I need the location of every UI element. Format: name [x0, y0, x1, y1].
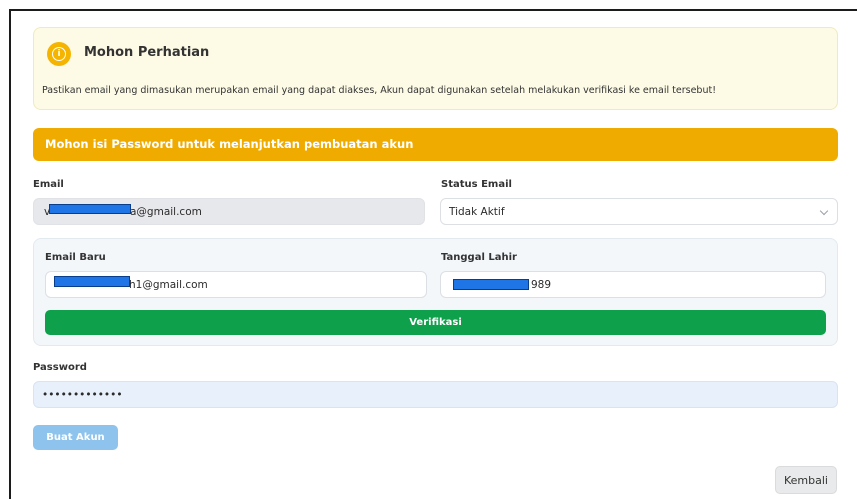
verify-button[interactable]: Verifikasi — [45, 310, 826, 335]
email-label: Email — [33, 179, 64, 190]
password-warning-bar: Mohon isi Password untuk melanjutkan pem… — [33, 128, 838, 161]
email-field: v a@gmail.com — [33, 198, 425, 225]
password-label: Password — [33, 362, 87, 373]
notice-text: Pastikan email yang dimasukan merupakan … — [42, 85, 717, 96]
birth-date-label: Tanggal Lahir — [441, 252, 517, 263]
notice-title: Mohon Perhatian — [84, 45, 210, 60]
birth-date-input[interactable]: 989 — [440, 271, 826, 298]
password-value: ••••••••••••• — [42, 388, 123, 401]
info-icon: i — [47, 42, 71, 66]
create-account-button[interactable]: Buat Akun — [33, 425, 118, 450]
new-email-label: Email Baru — [45, 252, 106, 263]
new-email-input[interactable]: h1@gmail.com — [45, 271, 427, 298]
notice-box: i Mohon Perhatian Pastikan email yang di… — [33, 27, 838, 110]
back-button[interactable]: Kembali — [775, 466, 837, 494]
new-email-value-suffix: h1@gmail.com — [129, 279, 208, 291]
email-value-suffix: a@gmail.com — [130, 206, 202, 218]
redaction-block — [49, 204, 131, 214]
redaction-block — [54, 276, 130, 287]
redaction-block — [453, 279, 529, 290]
status-email-label: Status Email — [441, 179, 512, 190]
status-email-value: Tidak Aktif — [449, 205, 505, 218]
birth-date-value-suffix: 989 — [531, 279, 552, 291]
chevron-down-icon — [819, 206, 829, 216]
status-email-select[interactable]: Tidak Aktif — [440, 198, 838, 225]
password-warning-text: Mohon isi Password untuk melanjutkan pem… — [45, 137, 414, 151]
password-input[interactable]: ••••••••••••• — [33, 381, 838, 408]
